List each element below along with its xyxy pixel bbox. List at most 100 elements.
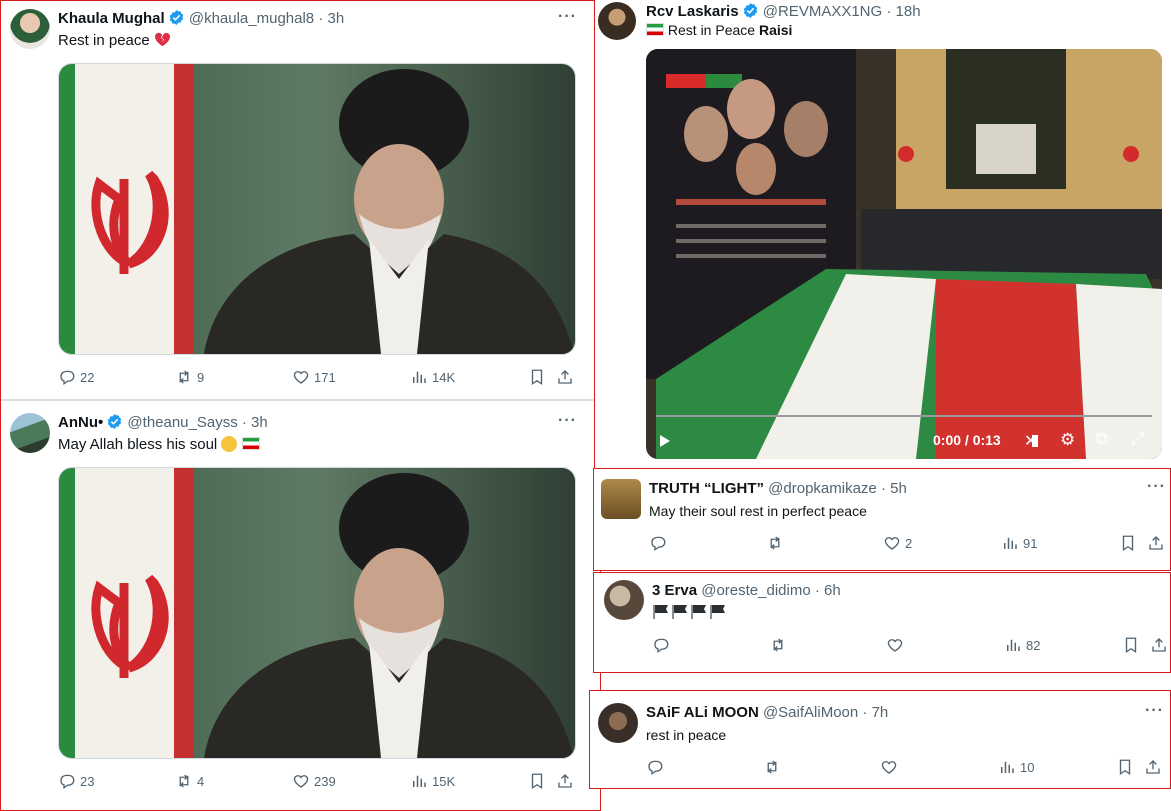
- reply-tweet[interactable]: 3 Erva @oreste_didimo · 6h 82: [593, 572, 1171, 673]
- fullscreen-icon[interactable]: ⤢: [1131, 429, 1145, 449]
- black-flag-emoji-icon: [710, 605, 725, 619]
- author-name[interactable]: TRUTH “LIGHT”: [649, 480, 764, 497]
- tweet-time[interactable]: · 3h: [242, 414, 268, 431]
- author-name[interactable]: SAiF ALi MOON: [646, 704, 759, 721]
- portrait-image: [59, 64, 575, 354]
- author-handle[interactable]: @theanu_Sayss: [127, 414, 237, 431]
- repost-icon: [766, 534, 784, 552]
- tweet-text: Rest in peace: [58, 32, 150, 49]
- pleading-face-emoji-icon: [221, 436, 238, 452]
- like-button[interactable]: 2: [883, 533, 912, 553]
- tweet-annu[interactable]: AnNu• @theanu_Sayss · 3h ··· May Allah b…: [1, 401, 600, 811]
- bookmark-button[interactable]: [528, 367, 546, 387]
- share-button[interactable]: [1144, 757, 1162, 777]
- share-button[interactable]: [1147, 533, 1165, 553]
- author-handle[interactable]: @oreste_didimo: [701, 582, 810, 599]
- like-button[interactable]: 239: [292, 771, 336, 791]
- author-name[interactable]: AnNu•: [58, 414, 103, 431]
- repost-icon: [769, 636, 787, 654]
- avatar[interactable]: [598, 703, 638, 743]
- tweet-time[interactable]: · 6h: [815, 582, 841, 599]
- left-thread-panel: Khaula Mughal @khaula_mughal8 · 3h ··· R…: [0, 0, 601, 811]
- views-button[interactable]: 82: [1004, 635, 1040, 655]
- views-button[interactable]: 10: [998, 757, 1034, 777]
- iran-flag-emoji-icon: [646, 23, 664, 36]
- repost-button[interactable]: [766, 533, 784, 553]
- like-button[interactable]: 171: [292, 367, 336, 387]
- bookmark-button[interactable]: [528, 771, 546, 791]
- tweet-khaula[interactable]: Khaula Mughal @khaula_mughal8 · 3h ··· R…: [1, 1, 600, 399]
- views-icon: [410, 368, 428, 386]
- more-options-icon[interactable]: ···: [1147, 478, 1166, 496]
- black-flag-emoji-icon: [653, 605, 668, 619]
- share-button[interactable]: [1150, 635, 1168, 655]
- author-handle[interactable]: @dropkamikaze: [768, 480, 877, 497]
- tweet-video[interactable]: 0:00 / 0:13 ✕ ⚙ ⧉ ⤢: [646, 49, 1162, 459]
- more-options-icon[interactable]: ···: [1145, 702, 1164, 720]
- tweet-time[interactable]: · 5h: [881, 480, 907, 497]
- bookmark-button[interactable]: [1119, 533, 1137, 553]
- share-button[interactable]: [556, 367, 574, 387]
- tweet-time[interactable]: · 7h: [862, 704, 888, 721]
- broken-heart-emoji-icon: [154, 32, 170, 47]
- reply-tweet[interactable]: SAiF ALi MOON @SaifAliMoon · 7h ··· rest…: [589, 690, 1171, 789]
- author-name[interactable]: Rcv Laskaris: [646, 3, 739, 20]
- share-icon: [556, 772, 574, 790]
- share-button[interactable]: [556, 771, 574, 791]
- tweet-photo[interactable]: [58, 63, 576, 355]
- avatar[interactable]: [601, 479, 641, 519]
- avatar[interactable]: [10, 9, 50, 49]
- views-button[interactable]: 15K: [410, 771, 455, 791]
- bookmark-button[interactable]: [1116, 757, 1134, 777]
- tweet-actions: 10: [646, 757, 1166, 777]
- more-options-icon[interactable]: ···: [558, 8, 577, 26]
- video-tweet-panel[interactable]: Rcv Laskaris @REVMAXX1NG · 18h Rest in P…: [594, 0, 1171, 468]
- verified-badge-icon: [168, 9, 185, 26]
- views-icon: [410, 772, 428, 790]
- tweet-time[interactable]: · 3h: [318, 10, 344, 27]
- like-button[interactable]: [886, 635, 904, 655]
- bookmark-icon: [1122, 636, 1140, 654]
- views-icon: [998, 758, 1016, 776]
- author-handle[interactable]: @SaifAliMoon: [763, 704, 858, 721]
- repost-button[interactable]: 4: [175, 771, 204, 791]
- repost-button[interactable]: 9: [175, 367, 204, 387]
- reply-button[interactable]: [649, 533, 667, 553]
- reply-button[interactable]: [646, 757, 664, 777]
- bookmark-icon: [1119, 534, 1137, 552]
- author-name[interactable]: Khaula Mughal: [58, 10, 165, 27]
- avatar[interactable]: [598, 2, 636, 40]
- reply-button[interactable]: 23: [58, 771, 94, 791]
- portrait-image: [59, 468, 575, 758]
- tweet-photo[interactable]: [58, 467, 576, 759]
- picture-in-picture-icon[interactable]: ⧉: [1096, 429, 1108, 449]
- repost-button[interactable]: [763, 757, 781, 777]
- tweet-text: rest in peace: [646, 727, 727, 743]
- views-button[interactable]: 14K: [410, 367, 455, 387]
- more-options-icon[interactable]: ···: [558, 412, 577, 430]
- author-handle[interactable]: @REVMAXX1NG: [763, 3, 882, 20]
- bookmark-icon: [528, 368, 546, 386]
- reply-button[interactable]: 22: [58, 367, 94, 387]
- tweet-text: Rest in Peace: [667, 22, 756, 38]
- settings-gear-icon[interactable]: ⚙: [1060, 430, 1075, 450]
- like-icon: [883, 534, 901, 552]
- reply-button[interactable]: [652, 635, 670, 655]
- author-name[interactable]: 3 Erva: [652, 582, 697, 599]
- like-button[interactable]: [880, 757, 898, 777]
- views-button[interactable]: 91: [1001, 533, 1037, 553]
- mute-icon[interactable]: ✕: [1024, 431, 1037, 451]
- avatar[interactable]: [10, 413, 50, 453]
- repost-button[interactable]: [769, 635, 787, 655]
- avatar[interactable]: [604, 580, 644, 620]
- reply-tweet[interactable]: TRUTH “LIGHT” @dropkamikaze · 5h ··· May…: [593, 468, 1171, 571]
- reply-icon: [58, 772, 76, 790]
- repost-icon: [763, 758, 781, 776]
- verified-badge-icon: [742, 2, 759, 19]
- like-icon: [292, 368, 310, 386]
- tweet-time[interactable]: · 18h: [886, 3, 920, 20]
- author-handle[interactable]: @khaula_mughal8: [189, 10, 314, 27]
- bookmark-button[interactable]: [1122, 635, 1140, 655]
- like-icon: [886, 636, 904, 654]
- like-icon: [292, 772, 310, 790]
